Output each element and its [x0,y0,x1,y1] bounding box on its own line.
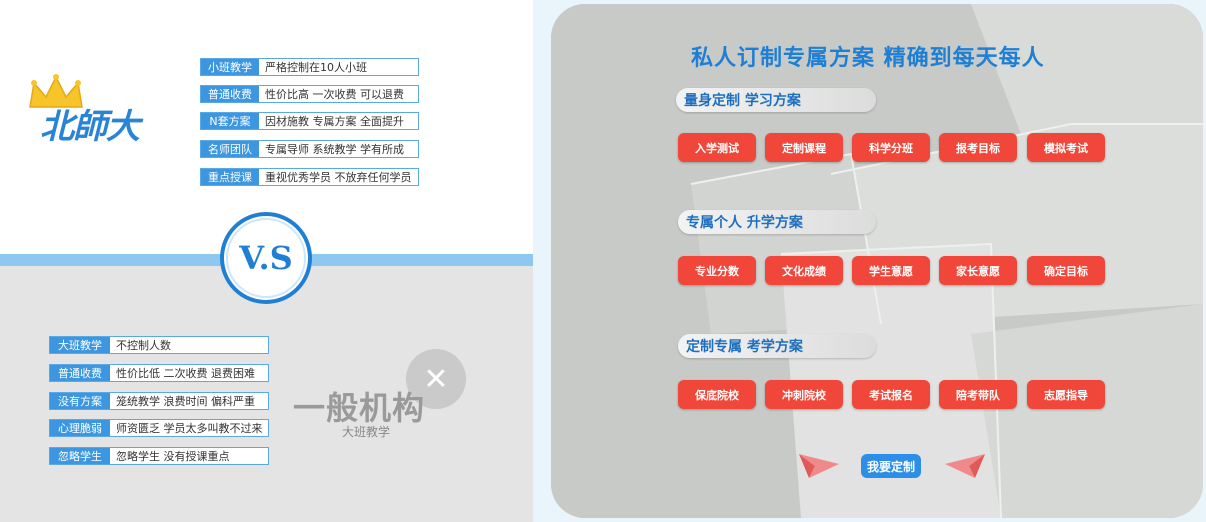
row-tag: 没有方案 [50,393,110,409]
bottom-row: 大班教学 不控制人数 [49,336,269,354]
row-tag: N套方案 [201,113,259,129]
row-desc: 师资匮乏 学员太多叫教不过来 [116,422,263,435]
bottom-row: 心理脆弱 师资匮乏 学员太多叫教不过来 [49,419,269,437]
row-desc: 忽略学生 没有授课重点 [116,450,230,463]
row-desc: 严格控制在10人小班 [265,61,367,74]
option-button[interactable]: 保底院校 [678,380,756,409]
option-button[interactable]: 科学分班 [852,133,930,162]
row-tag: 小班教学 [201,59,259,75]
option-button[interactable]: 家长意愿 [939,256,1017,285]
bottom-row: 普通收费 性价比低 二次收费 退费困难 [49,364,269,382]
row-tag: 普通收费 [201,86,259,102]
section-title: 量身定制 学习方案 [676,88,876,112]
section-title: 专属个人 升学方案 [678,210,876,234]
option-button[interactable]: 文化成绩 [765,256,843,285]
row-desc: 笼统教学 浪费时间 偏科严重 [116,395,255,408]
right-panel: 私人订制专属方案 精确到每天每人 量身定制 学习方案 入学测试 定制课程 科学分… [551,4,1203,518]
vs-inner-ring: V.S [226,218,306,298]
row-desc: 性价比低 二次收费 退费困难 [116,367,255,380]
option-button[interactable]: 确定目标 [1027,256,1105,285]
option-button[interactable]: 定制课程 [765,133,843,162]
custom-plan-button[interactable]: 我要定制 [861,454,921,478]
option-button[interactable]: 陪考带队 [939,380,1017,409]
top-row: 名师团队 专属导师 系统教学 学有所成 [200,140,419,158]
row-desc: 专属导师 系统教学 学有所成 [265,143,404,156]
option-button[interactable]: 模拟考试 [1027,133,1105,162]
section-title: 定制专属 考学方案 [678,334,876,358]
bottom-row: 没有方案 笼统教学 浪费时间 偏科严重 [49,392,269,410]
row-desc: 性价比高 一次收费 可以退费 [265,88,404,101]
option-button[interactable]: 冲刺院校 [765,380,843,409]
row-tag: 重点授课 [201,169,259,185]
vs-badge: V.S [220,212,312,304]
paper-plane-right-icon [945,454,985,478]
row-desc: 不控制人数 [116,339,171,352]
top-row: N套方案 因材施教 专属方案 全面提升 [200,112,419,130]
option-button[interactable]: 专业分数 [678,256,756,285]
general-institution-subtitle: 大班教学 [342,425,391,439]
top-row: 普通收费 性价比高 一次收费 可以退费 [200,85,419,103]
row-tag: 忽略学生 [50,448,110,464]
top-row: 小班教学 严格控制在10人小班 [200,58,419,76]
row-tag: 普通收费 [50,365,110,381]
option-button[interactable]: 志愿指导 [1027,380,1105,409]
top-row: 重点授课 重视优秀学员 不放弃任何学员 [200,168,419,186]
logo: 北師大 [29,74,160,147]
row-desc: 重视优秀学员 不放弃任何学员 [265,171,412,184]
bottom-row: 忽略学生 忽略学生 没有授课重点 [49,447,269,465]
row-tag: 大班教学 [50,337,110,353]
row-tag: 心理脆弱 [50,420,110,436]
option-button[interactable]: 学生意愿 [852,256,930,285]
option-button[interactable]: 入学测试 [678,133,756,162]
vs-label: V.S [239,239,293,277]
paper-plane-left-icon [799,454,839,478]
row-desc: 因材施教 专属方案 全面提升 [265,115,404,128]
right-panel-title: 私人订制专属方案 精确到每天每人 [691,46,1045,71]
row-tag: 名师团队 [201,141,259,157]
option-button[interactable]: 报考目标 [939,133,1017,162]
left-panel: 北師大 小班教学 严格控制在10人小班 普通收费 性价比高 一次收费 可以退费 … [0,0,533,522]
logo-text: 北師大 [40,107,140,147]
option-button[interactable]: 考试报名 [852,380,930,409]
